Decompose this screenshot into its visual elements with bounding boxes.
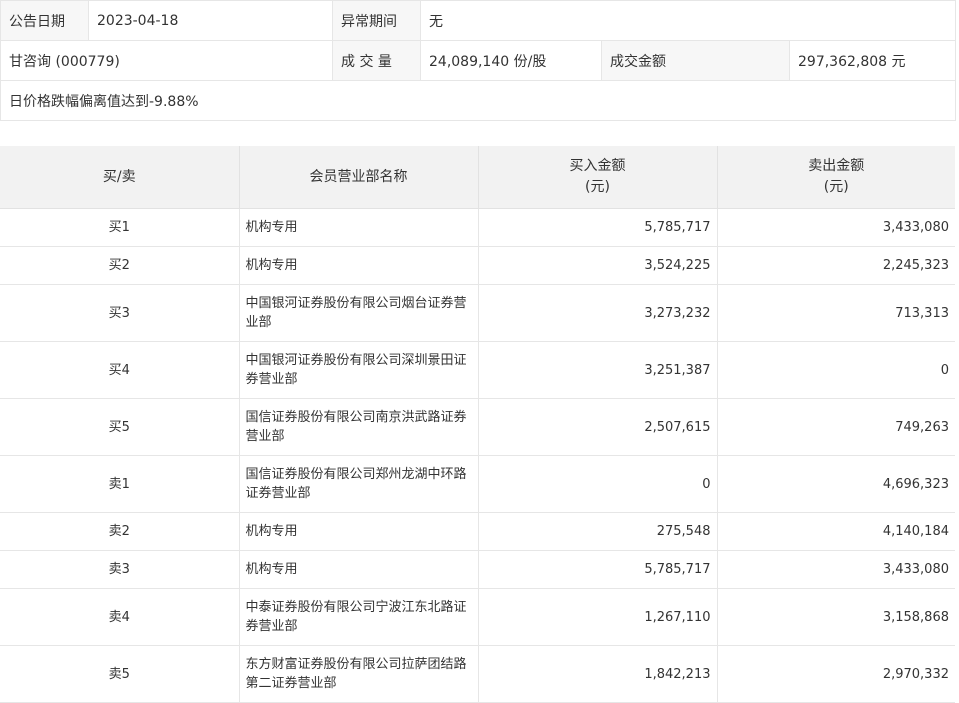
row-buy-amount: 5,785,717 [478,550,718,589]
amount-value: 297,362,808 元 [788,40,957,81]
row-buy-amount: 1,842,213 [478,645,718,703]
row-sell-amount: 2,970,332 [717,645,955,703]
table-row: 卖4 中泰证券股份有限公司宁波江东北路证券营业部 1,267,110 3,158… [0,588,955,646]
row-sell-amount: 713,313 [717,284,955,342]
row-direction: 买4 [0,341,240,399]
announcement-info-table: 公告日期 2023-04-18 异常期间 无 甘咨询 (000779) 成 交 … [0,0,957,121]
row-buy-amount: 2,507,615 [478,398,718,456]
table-row: 买3 中国银河证券股份有限公司烟台证券营业部 3,273,232 713,313 [0,284,955,342]
row-sell-amount: 4,696,323 [717,455,955,513]
table-row: 买4 中国银河证券股份有限公司深圳景田证券营业部 3,251,387 0 [0,341,955,399]
row-branch-name: 机构专用 [239,512,479,551]
header-buy-amount-title: 买入金额 [569,158,626,174]
row-buy-amount: 5,785,717 [478,208,718,247]
table-row: 卖5 东方财富证券股份有限公司拉萨团结路第二证券营业部 1,842,213 2,… [0,645,955,703]
header-sell-amount-unit: (元) [823,179,849,195]
row-direction: 卖4 [0,588,240,646]
row-direction: 买1 [0,208,240,247]
amount-label: 成交金额 [601,40,790,81]
row-branch-name: 国信证券股份有限公司郑州龙湖中环路证券营业部 [239,455,479,513]
row-buy-amount: 3,251,387 [478,341,718,399]
stock-name: 甘咨询 (000779) [0,40,333,81]
row-branch-name: 东方财富证券股份有限公司拉萨团结路第二证券营业部 [239,645,479,703]
volume-label: 成 交 量 [332,40,421,81]
table-row: 卖1 国信证券股份有限公司郑州龙湖中环路证券营业部 0 4,696,323 [0,455,955,513]
row-direction: 卖5 [0,645,240,703]
row-direction: 买3 [0,284,240,342]
row-sell-amount: 4,140,184 [717,512,955,551]
table-row: 卖3 机构专用 5,785,717 3,433,080 [0,550,955,589]
row-branch-name: 中国银河证券股份有限公司烟台证券营业部 [239,284,479,342]
row-direction: 买5 [0,398,240,456]
volume-value: 24,089,140 份/股 [420,40,602,81]
row-branch-name: 机构专用 [239,246,479,285]
row-sell-amount: 3,433,080 [717,208,955,247]
row-branch-name: 机构专用 [239,208,479,247]
row-direction: 卖3 [0,550,240,589]
abnormal-reason: 日价格跌幅偏离值达到-9.88% [0,80,957,121]
row-buy-amount: 275,548 [478,512,718,551]
announce-date-value: 2023-04-18 [88,0,333,41]
table-row: 卖2 机构专用 275,548 4,140,184 [0,512,955,551]
header-branch-name: 会员营业部名称 [239,146,479,209]
header-sell-amount: 卖出金额 (元) [717,146,955,209]
header-buy-amount-unit: (元) [585,179,610,195]
abnormal-period-value: 无 [419,0,957,41]
row-buy-amount: 0 [478,455,718,513]
row-sell-amount: 2,245,323 [717,246,955,285]
row-sell-amount: 0 [717,341,955,399]
row-sell-amount: 749,263 [717,398,955,456]
row-direction: 卖1 [0,455,240,513]
row-direction: 卖2 [0,512,240,551]
row-branch-name: 国信证券股份有限公司南京洪武路证券营业部 [239,398,479,456]
table-row: 买1 机构专用 5,785,717 3,433,080 [0,208,955,247]
row-sell-amount: 3,158,868 [717,588,955,646]
row-buy-amount: 1,267,110 [478,588,718,646]
row-buy-amount: 3,273,232 [478,284,718,342]
header-sell-amount-title: 卖出金额 [808,158,865,174]
row-branch-name: 中国银河证券股份有限公司深圳景田证券营业部 [239,341,479,399]
announce-date-label: 公告日期 [0,0,89,41]
header-buy-amount: 买入金额 (元) [478,146,718,209]
table-row: 买5 国信证券股份有限公司南京洪武路证券营业部 2,507,615 749,26… [0,398,955,456]
abnormal-period-label: 异常期间 [332,0,421,41]
header-direction: 买/卖 [0,146,240,209]
row-branch-name: 机构专用 [239,550,479,589]
row-buy-amount: 3,524,225 [478,246,718,285]
row-branch-name: 中泰证券股份有限公司宁波江东北路证券营业部 [239,588,479,646]
trading-detail-table: 买/卖 会员营业部名称 买入金额 (元) 卖出金额 (元) 买1 机构专用 5,… [0,146,955,703]
row-sell-amount: 3,433,080 [717,550,955,589]
table-row: 买2 机构专用 3,524,225 2,245,323 [0,246,955,285]
row-direction: 买2 [0,246,240,285]
